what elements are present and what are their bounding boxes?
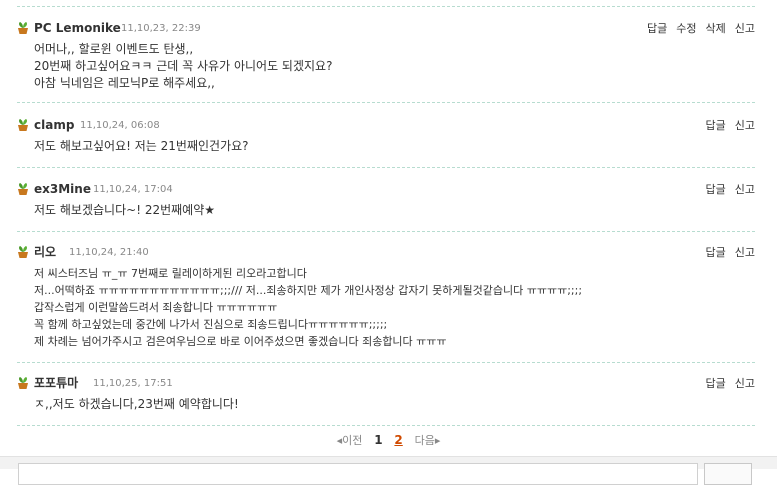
submit-comment-button[interactable] [704, 463, 752, 485]
report-button[interactable]: 신고 [735, 22, 755, 35]
comment-body: 저도 해보겠습니다~! 22번째예약★ [34, 202, 755, 219]
comment-divider [17, 231, 755, 232]
plant-pot-icon [17, 118, 29, 132]
next-page-link[interactable]: 다음▸ [415, 432, 441, 448]
comment-header: PC Lemonike 11,10,23, 22:39 답글 수정 삭제 신고 [17, 19, 755, 37]
reply-button[interactable]: 답글 [706, 183, 726, 196]
report-button[interactable]: 신고 [735, 183, 755, 196]
comment-body: ㅈ,,저도 하겠습니다,23번째 예약합니다! [34, 396, 755, 413]
comment-body: 어머나,, 할로윈 이벤트도 탄생,, 20번째 하고싶어요ㅋㅋ 근데 꼭 사유… [34, 41, 755, 92]
comment-date: 11,10,24, 21:40 [69, 247, 149, 258]
delete-button[interactable]: 삭제 [706, 22, 726, 35]
prev-page-link[interactable]: ◂이전 [337, 432, 363, 448]
comment-item: ex3Mine 11,10,24, 17:04 답글 신고 저도 해보겠습니다~!… [17, 180, 755, 219]
comment-item: 리오 11,10,24, 21:40 답글 신고 저 씨스터즈님 ㅠ_ㅠ 7번째로… [17, 243, 755, 350]
comment-body: 저도 해보고싶어요! 저는 21번째인건가요? [34, 138, 755, 155]
comment-date: 11,10,23, 22:39 [121, 23, 201, 34]
comment-line: 저 씨스터즈님 ㅠ_ㅠ 7번째로 릴레이하게된 리오라고합니다 [34, 267, 307, 280]
comment-item: 포포튜마 11,10,25, 17:51 답글 신고 ㅈ,,저도 하겠습니다,23… [17, 374, 755, 413]
reply-button[interactable]: 답글 [706, 119, 726, 132]
comment-author[interactable]: PC Lemonike [34, 19, 121, 37]
page-link-1[interactable]: 1 [374, 433, 382, 447]
plant-pot-icon [17, 182, 29, 196]
comment-actions: 답글 신고 [697, 117, 756, 135]
comment-item: clamp 11,10,24, 06:08 답글 신고 저도 해보고싶어요! 저는… [17, 116, 755, 155]
reply-button[interactable]: 답글 [706, 377, 726, 390]
comment-header: 리오 11,10,24, 21:40 답글 신고 [17, 243, 755, 261]
comment-actions: 답글 신고 [697, 181, 756, 199]
comment-line: 저도 해보고싶어요! 저는 21번째인건가요? [34, 139, 249, 153]
comment-item: PC Lemonike 11,10,23, 22:39 답글 수정 삭제 신고 어머나… [17, 19, 755, 92]
comment-line: 제 차례는 넘어가주시고 검은여우님으로 바로 이어주셨으면 좋겠습니다 죄송합… [34, 335, 447, 348]
page-link-2-current[interactable]: 2 [394, 433, 402, 447]
comment-date: 11,10,24, 17:04 [93, 184, 173, 195]
comment-author[interactable]: clamp [34, 116, 74, 134]
comment-header: clamp 11,10,24, 06:08 답글 신고 [17, 116, 755, 134]
comment-line: 저...어떡하죠 ㅠㅠㅠㅠㅠㅠㅠㅠㅠㅠㅠㅠ;;;/// 저...죄송하지만 제가… [34, 284, 583, 297]
comment-body: 저 씨스터즈님 ㅠ_ㅠ 7번째로 릴레이하게된 리오라고합니다 저...어떡하죠… [34, 265, 755, 350]
reply-button[interactable]: 답글 [706, 246, 726, 259]
comment-divider [17, 102, 755, 103]
reply-button[interactable]: 답글 [647, 22, 667, 35]
comment-divider [17, 362, 755, 363]
comment-divider [17, 167, 755, 168]
comment-author[interactable]: 포포튜마 [34, 374, 78, 392]
plant-pot-icon [17, 376, 29, 390]
comment-line: 아참 닉네임은 레모닉P로 해주세요,, [34, 76, 215, 90]
comment-actions: 답글 신고 [697, 244, 756, 262]
plant-pot-icon [17, 21, 29, 35]
edit-button[interactable]: 수정 [676, 22, 696, 35]
comment-header: ex3Mine 11,10,24, 17:04 답글 신고 [17, 180, 755, 198]
comment-actions: 답글 수정 삭제 신고 [638, 20, 755, 38]
comment-line: 저도 해보겠습니다~! 22번째예약★ [34, 203, 216, 217]
comment-line: ㅈ,,저도 하겠습니다,23번째 예약합니다! [34, 397, 239, 411]
pagination: ◂이전 1 2 다음▸ [0, 432, 777, 448]
report-button[interactable]: 신고 [735, 246, 755, 259]
comment-divider [17, 6, 755, 7]
plant-pot-icon [17, 245, 29, 259]
comment-line: 어머나,, 할로윈 이벤트도 탄생,, [34, 42, 194, 56]
comment-author[interactable]: ex3Mine [34, 180, 91, 198]
comment-date: 11,10,24, 06:08 [80, 120, 160, 131]
comment-line: 20번째 하고싶어요ㅋㅋ 근데 꼭 사유가 아니어도 되겠지요? [34, 59, 333, 73]
comment-author[interactable]: 리오 [34, 243, 56, 261]
comment-input[interactable] [18, 463, 698, 485]
comment-line: 꼭 함께 하고싶었는데 중간에 나가서 진심으로 죄송드립니다ㅠㅠㅠㅠㅠㅠ;;;… [34, 318, 388, 331]
comment-header: 포포튜마 11,10,25, 17:51 답글 신고 [17, 374, 755, 392]
comment-line: 갑작스럽게 이런말씀드려서 죄송합니다 ㅠㅠㅠㅠㅠㅠ [34, 301, 278, 314]
report-button[interactable]: 신고 [735, 119, 755, 132]
report-button[interactable]: 신고 [735, 377, 755, 390]
comment-composer-area [0, 456, 777, 485]
comment-actions: 답글 신고 [697, 375, 756, 393]
comment-divider [17, 425, 755, 426]
comment-date: 11,10,25, 17:51 [93, 378, 173, 389]
